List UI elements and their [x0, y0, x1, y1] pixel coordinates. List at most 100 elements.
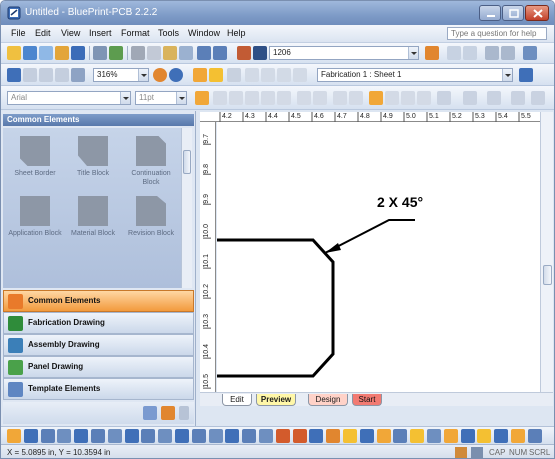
scrollbar-thumb[interactable] — [543, 265, 552, 285]
panel-scrollbar[interactable] — [181, 128, 192, 288]
format-painter-icon[interactable] — [179, 46, 193, 60]
category-fabrication-drawing[interactable]: Fabrication Drawing — [3, 312, 194, 334]
menu-insert[interactable]: Insert — [89, 28, 112, 38]
drawing-tool-icon[interactable] — [494, 429, 509, 443]
board-edge-line[interactable] — [217, 238, 335, 378]
drawing-tool-icon[interactable] — [208, 429, 223, 443]
menu-help[interactable]: Help — [227, 28, 246, 38]
drawing-tool-icon[interactable] — [326, 429, 341, 443]
drawing-tool-icon[interactable] — [410, 429, 425, 443]
close-button[interactable] — [525, 5, 549, 21]
clear-format-icon[interactable] — [349, 91, 363, 105]
drawing-tool-icon[interactable] — [275, 429, 290, 443]
copy-icon[interactable] — [147, 46, 161, 60]
drawing-tool-icon[interactable] — [477, 429, 492, 443]
pencil-icon[interactable] — [237, 46, 251, 60]
columns-icon[interactable] — [227, 68, 241, 82]
spacing-icon[interactable] — [333, 91, 347, 105]
drawing-tool-icon[interactable] — [427, 429, 441, 443]
drawing-tool-icon[interactable] — [259, 429, 273, 443]
first-page-icon[interactable] — [245, 68, 259, 82]
fit-width-icon[interactable] — [39, 68, 53, 82]
chevron-down-icon[interactable] — [502, 69, 512, 81]
drawing-tool-icon[interactable] — [191, 429, 206, 443]
chevron-down-icon[interactable] — [120, 92, 130, 104]
drawing-tool-icon[interactable] — [124, 429, 139, 443]
drawing-tool-icon[interactable] — [91, 429, 105, 443]
component-combo[interactable]: 1206 — [269, 46, 419, 60]
text-color-icon[interactable] — [195, 91, 209, 105]
sheet-yellow-icon[interactable] — [209, 68, 223, 82]
drawing-tool-icon[interactable] — [292, 429, 307, 443]
drawing-tool-icon[interactable] — [376, 429, 391, 443]
drawing-tool-icon[interactable] — [141, 429, 156, 443]
paste-icon[interactable] — [163, 46, 177, 60]
italic-icon[interactable] — [213, 91, 227, 105]
drawing-tool-icon[interactable] — [343, 429, 357, 443]
grid-icon[interactable] — [447, 46, 461, 60]
shadow-icon[interactable] — [531, 91, 545, 105]
print-icon[interactable] — [93, 46, 107, 60]
chevron-down-icon[interactable] — [408, 47, 418, 59]
zoom-icon[interactable] — [7, 68, 21, 82]
minimize-button[interactable] — [479, 5, 501, 21]
shape-material-block[interactable]: Material Block — [65, 196, 121, 256]
drawing-tool-icon[interactable] — [527, 429, 542, 443]
shape-title-block[interactable]: Title Block — [65, 136, 121, 186]
subscript-icon[interactable] — [277, 91, 291, 105]
align-left-icon[interactable] — [369, 91, 383, 105]
category-common-elements[interactable]: Common Elements — [3, 290, 194, 312]
window-icon[interactable] — [39, 46, 53, 60]
justify-icon[interactable] — [417, 91, 431, 105]
grow-font-icon[interactable] — [297, 91, 311, 105]
shrink-font-icon[interactable] — [313, 91, 327, 105]
orange-tool-icon[interactable] — [425, 46, 439, 60]
menu-format[interactable]: Format — [121, 28, 150, 38]
open-icon[interactable] — [23, 46, 37, 60]
save-icon[interactable] — [71, 46, 85, 60]
sheet-orange-icon[interactable] — [193, 68, 207, 82]
category-assembly-drawing[interactable]: Assembly Drawing — [3, 334, 194, 356]
screen-icon[interactable] — [501, 46, 515, 60]
scrollbar-thumb[interactable] — [183, 150, 191, 174]
menu-file[interactable]: File — [11, 28, 26, 38]
zoom-in-icon[interactable] — [153, 68, 167, 82]
drawing-tool-icon[interactable] — [460, 429, 475, 443]
panel-options-icon[interactable] — [143, 406, 157, 420]
menu-tools[interactable]: Tools — [158, 28, 179, 38]
drawing-tool-icon[interactable] — [511, 429, 525, 443]
zoom-out-icon[interactable] — [169, 68, 183, 82]
fill-color-icon[interactable] — [487, 91, 501, 105]
options-icon[interactable] — [523, 46, 537, 60]
spellcheck-icon[interactable] — [109, 46, 123, 60]
drawing-canvas[interactable]: 2 X 45° — [217, 122, 540, 392]
line-color-icon[interactable] — [463, 91, 477, 105]
shape-sheet-border[interactable]: Sheet Border — [7, 136, 63, 186]
menu-edit[interactable]: Edit — [35, 28, 51, 38]
new-document-icon[interactable] — [7, 46, 21, 60]
zoom-combo[interactable]: 316% — [93, 68, 149, 82]
drawing-tool-icon[interactable] — [107, 429, 122, 443]
tab-start[interactable]: Start — [352, 394, 382, 406]
strikethrough-icon[interactable] — [245, 91, 259, 105]
drawing-tool-icon[interactable] — [158, 429, 173, 443]
category-panel-drawing[interactable]: Panel Drawing — [3, 356, 194, 378]
drawing-tool-icon[interactable] — [393, 429, 408, 443]
drawing-tool-icon[interactable] — [23, 429, 38, 443]
drawing-tool-icon[interactable] — [74, 429, 89, 443]
drawing-tool-icon[interactable] — [309, 429, 324, 443]
board-outline[interactable] — [217, 122, 540, 392]
font-size-combo[interactable]: 11pt — [135, 91, 187, 105]
drawing-tool-icon[interactable] — [40, 429, 55, 443]
next-page-icon[interactable] — [277, 68, 291, 82]
layers-icon[interactable] — [463, 46, 477, 60]
shape-continuation-block[interactable]: Continuation Block — [123, 136, 179, 186]
folder-icon[interactable] — [55, 46, 69, 60]
font-combo[interactable]: Arial — [7, 91, 131, 105]
menu-view[interactable]: View — [61, 28, 80, 38]
redo-icon[interactable] — [213, 46, 227, 60]
maximize-button[interactable] — [502, 5, 524, 21]
category-template-elements[interactable]: Template Elements — [3, 378, 194, 400]
drawing-tool-icon[interactable] — [443, 429, 458, 443]
sheet-tool-icon[interactable] — [519, 68, 533, 82]
